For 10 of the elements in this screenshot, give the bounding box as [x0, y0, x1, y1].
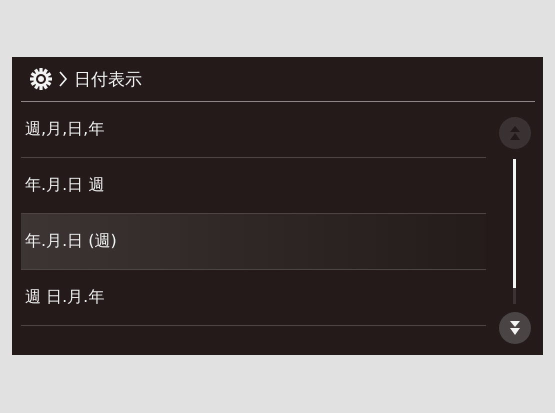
chevron-icon [58, 70, 68, 88]
page-title: 日付表示 [74, 68, 142, 90]
list-item[interactable]: 年.月.日 (週) [21, 214, 486, 270]
scroll-down-button[interactable] [498, 312, 530, 344]
list-item[interactable]: 週,月,日,年 [21, 102, 486, 158]
list-item[interactable]: 週 日.月.年 [21, 270, 486, 326]
settings-icon[interactable] [30, 68, 52, 90]
double-down-arrow-icon [508, 320, 522, 336]
scrollbar[interactable] [513, 159, 516, 304]
double-up-arrow-icon [508, 125, 522, 141]
